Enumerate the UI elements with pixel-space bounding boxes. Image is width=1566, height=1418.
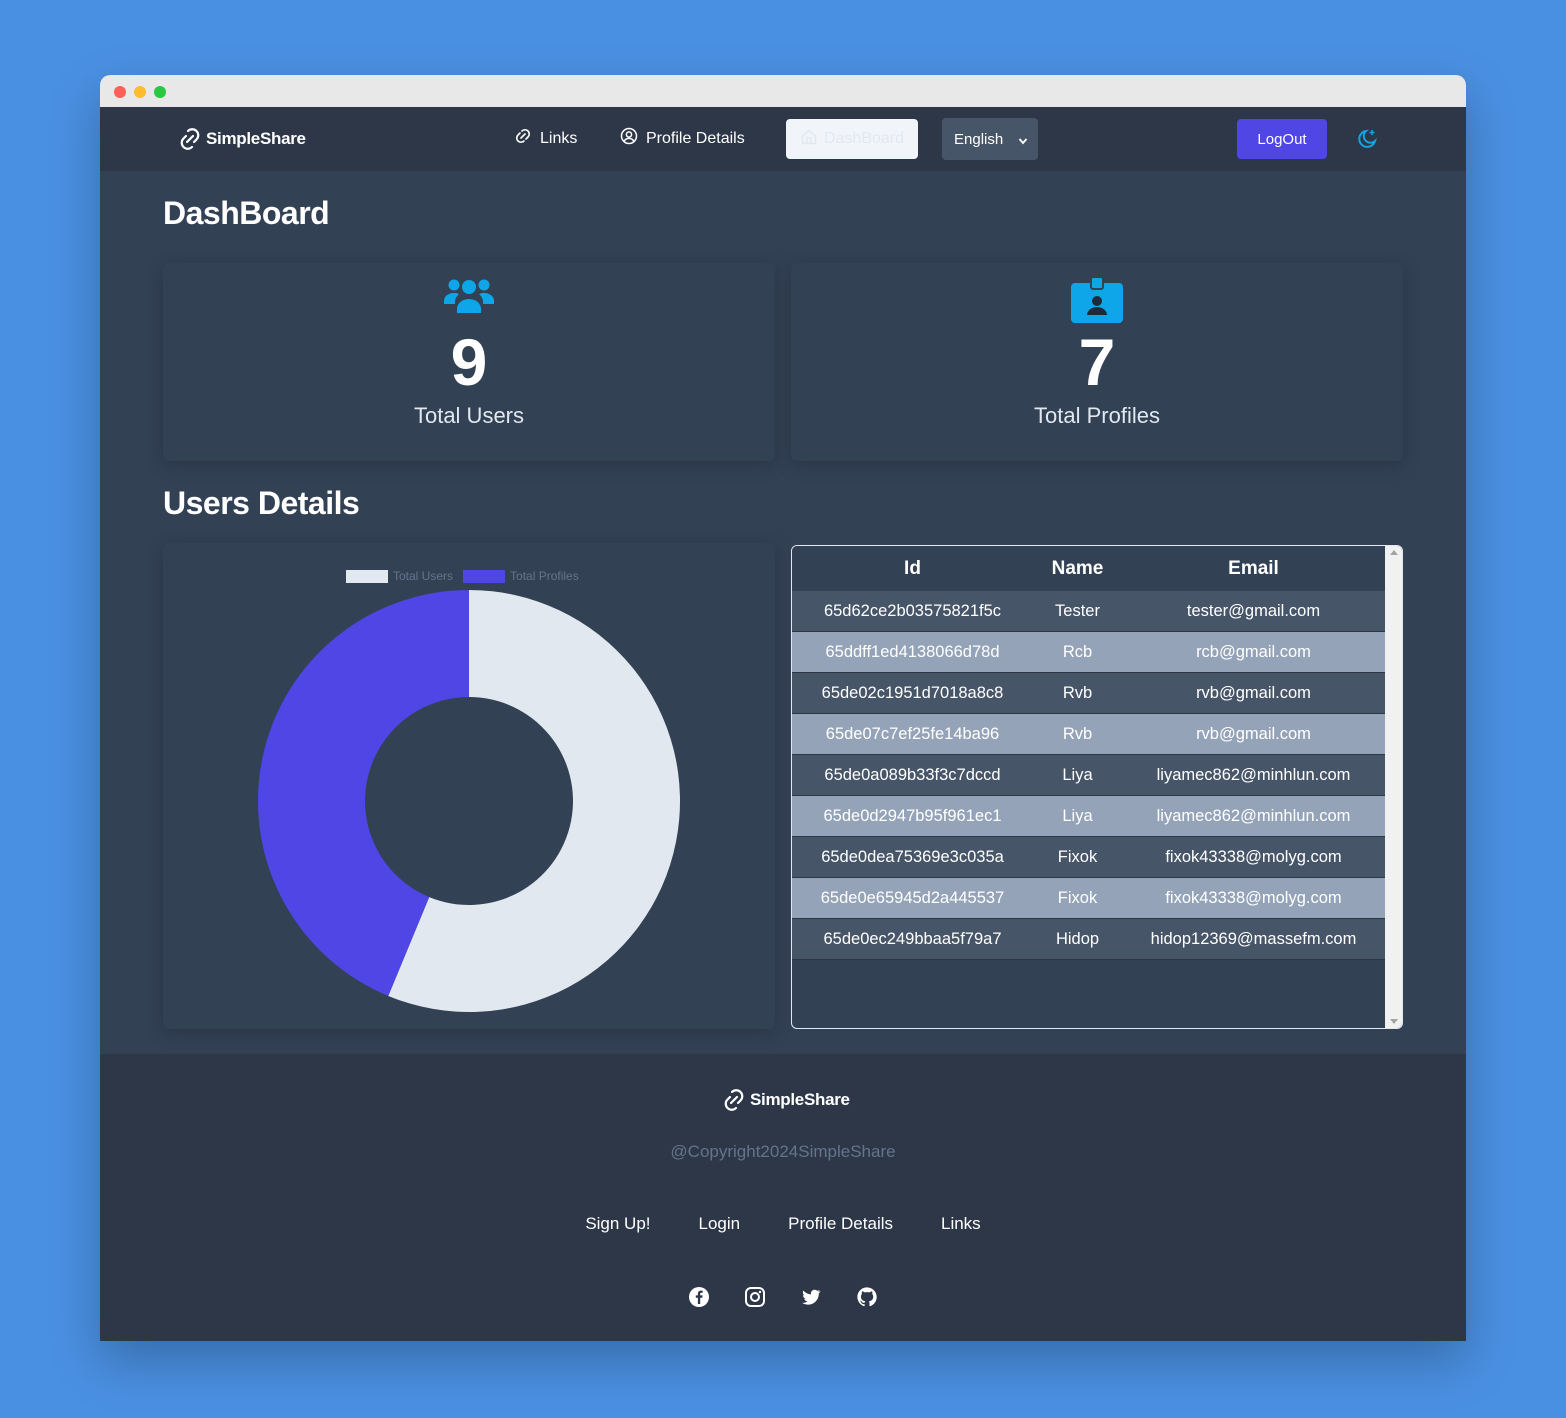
cell-email: fixok43338@molyg.com xyxy=(1165,888,1342,907)
table-row[interactable]: 65de0dea75369e3c035a Fixok fixok43338@moly… xyxy=(792,837,1385,878)
scroll-down-arrow-icon[interactable] xyxy=(1390,1019,1398,1024)
cell-name: Fixok xyxy=(1057,847,1098,866)
cell-email: rcb@gmail.com xyxy=(1196,642,1311,661)
users-group-icon xyxy=(443,277,495,322)
navbar: SimpleShare Links Profile Details DashBo… xyxy=(100,107,1466,171)
total-profiles-card: 7 Total Profiles xyxy=(791,263,1403,461)
link-icon xyxy=(514,127,532,150)
copyright-text: @Copyright2024SimpleShare xyxy=(670,1142,896,1161)
cell-email: rvb@gmail.com xyxy=(1196,724,1311,743)
close-window-button[interactable] xyxy=(114,86,126,98)
footer: SimpleShare @Copyright2024SimpleShare Si… xyxy=(100,1054,1466,1341)
logout-button[interactable]: LogOut xyxy=(1237,119,1327,159)
cell-id: 65de0a089b33f3c7dccd xyxy=(824,765,1001,784)
users-section-title: Users Details xyxy=(163,485,360,521)
users-table-body: Id Name Email 65d62ce2b03575821f5c Tester… xyxy=(792,546,1385,960)
language-value: English xyxy=(954,130,1004,148)
minimize-window-button[interactable] xyxy=(134,86,146,98)
nav-profile-label: Profile Details xyxy=(646,129,745,147)
social-links xyxy=(688,1286,878,1308)
cell-email: liyamec862@minhlun.com xyxy=(1156,806,1351,825)
facebook-icon[interactable] xyxy=(688,1286,710,1308)
cell-name: Rvb xyxy=(1062,683,1093,702)
table-row[interactable]: 65de0d2947b95f961ec1 Liya liyamec862@minhl… xyxy=(792,796,1385,837)
cell-name: Fixok xyxy=(1057,888,1098,907)
cell-id: 65de0ec249bbaa5f79a7 xyxy=(823,929,1002,948)
footer-links: Sign Up! Login Profile Details Links xyxy=(100,1214,1466,1234)
table-row[interactable]: 65de07c7ef25fe14ba96 Rvb rvb@gmail.com xyxy=(792,714,1385,755)
cell-name: Liya xyxy=(1062,806,1093,825)
total-users-value: 9 xyxy=(450,325,488,399)
table-scrollbar[interactable] xyxy=(1385,546,1402,1028)
total-profiles-value: 7 xyxy=(1078,325,1116,399)
header-email[interactable]: Email xyxy=(1122,558,1385,580)
footer-brand-logo[interactable]: SimpleShare xyxy=(720,1086,850,1114)
cell-id: 65ddff1ed4138066d78d xyxy=(825,642,1000,661)
chevron-down-icon xyxy=(1018,133,1028,150)
header-name[interactable]: Name xyxy=(1033,558,1122,580)
cell-id: 65de0d2947b95f961ec1 xyxy=(823,806,1002,825)
browser-window: SimpleShare Links Profile Details DashBo… xyxy=(100,75,1466,1341)
table-row[interactable]: 65de0a089b33f3c7dccd Liya liyamec862@minhl… xyxy=(792,755,1385,796)
cell-id: 65de07c7ef25fe14ba96 xyxy=(825,724,1000,743)
table-row[interactable]: 65ddff1ed4138066d78d Rcb rcb@gmail.com xyxy=(792,632,1385,673)
cell-name: Rvb xyxy=(1062,724,1093,743)
cell-id: 65de0dea75369e3c035a xyxy=(821,847,1004,866)
cell-email: rvb@gmail.com xyxy=(1196,683,1311,702)
moon-star-icon xyxy=(1356,129,1378,154)
brand-logo[interactable]: SimpleShare xyxy=(176,125,306,153)
nav-profile-details[interactable]: Profile Details xyxy=(620,127,745,150)
page-title: DashBoard xyxy=(163,195,330,231)
table-row[interactable]: 65de0ec249bbaa5f79a7 Hidop hidop12369@mass… xyxy=(792,919,1385,960)
nav-dashboard-active[interactable]: DashBoard xyxy=(786,119,918,159)
table-row[interactable]: 65de02c1951d7018a8c8 Rvb rvb@gmail.com xyxy=(792,673,1385,714)
cell-email: hidop12369@massefm.com xyxy=(1150,929,1357,948)
nav-links[interactable]: Links xyxy=(514,127,577,150)
nav-links-label: Links xyxy=(540,129,578,147)
cell-email: tester@gmail.com xyxy=(1186,601,1321,620)
total-users-label: Total Users xyxy=(413,403,525,428)
total-users-card: 9 Total Users xyxy=(163,263,775,461)
cell-id: 65de02c1951d7018a8c8 xyxy=(821,683,1004,702)
github-icon[interactable] xyxy=(856,1286,878,1308)
main-content: DashBoard 9 Total Users 7 Total Profiles… xyxy=(100,171,1466,1054)
footer-link-login[interactable]: Login xyxy=(699,1214,741,1234)
cell-name: Rcb xyxy=(1062,642,1093,661)
footer-link-links[interactable]: Links xyxy=(941,1214,981,1234)
donut-chart xyxy=(258,590,680,1012)
footer-link-profile-details[interactable]: Profile Details xyxy=(788,1214,893,1234)
cell-email: liyamec862@minhlun.com xyxy=(1156,765,1351,784)
user-circle-icon xyxy=(620,127,638,150)
footer-link-signup[interactable]: Sign Up! xyxy=(585,1214,650,1234)
nav-dashboard-label: DashBoard xyxy=(823,130,905,147)
cell-id: 65de0e65945d2a445537 xyxy=(820,888,1005,907)
cell-name: Tester xyxy=(1055,601,1100,620)
users-chart-card: Total Users Total Profiles xyxy=(163,543,775,1029)
brand-name: SimpleShare xyxy=(206,129,306,148)
scroll-up-arrow-icon[interactable] xyxy=(1390,550,1398,555)
id-badge-icon xyxy=(1071,276,1123,328)
footer-brand-name: SimpleShare xyxy=(750,1090,850,1109)
maximize-window-button[interactable] xyxy=(154,86,166,98)
link-logo-icon xyxy=(720,1086,748,1114)
home-icon xyxy=(800,128,818,151)
cell-email: fixok43338@molyg.com xyxy=(1165,847,1342,866)
total-profiles-label: Total Profiles xyxy=(1034,403,1160,428)
instagram-icon[interactable] xyxy=(744,1286,766,1308)
cell-name: Hidop xyxy=(1055,929,1100,948)
table-row[interactable]: 65d62ce2b03575821f5c Tester tester@gmail.c… xyxy=(792,591,1385,632)
language-select[interactable]: English xyxy=(942,118,1038,160)
table-row[interactable]: 65de0e65945d2a445537 Fixok fixok43338@moly… xyxy=(792,878,1385,919)
window-titlebar xyxy=(100,75,1466,107)
link-logo-icon xyxy=(176,125,204,153)
header-id[interactable]: Id xyxy=(792,558,1033,580)
twitter-icon[interactable] xyxy=(800,1286,822,1308)
table-header: Id Name Email xyxy=(792,546,1385,591)
dark-mode-toggle[interactable] xyxy=(1356,128,1378,155)
users-table: Id Name Email 65d62ce2b03575821f5c Tester… xyxy=(791,545,1403,1029)
cell-name: Liya xyxy=(1062,765,1093,784)
cell-id: 65d62ce2b03575821f5c xyxy=(823,601,1002,620)
